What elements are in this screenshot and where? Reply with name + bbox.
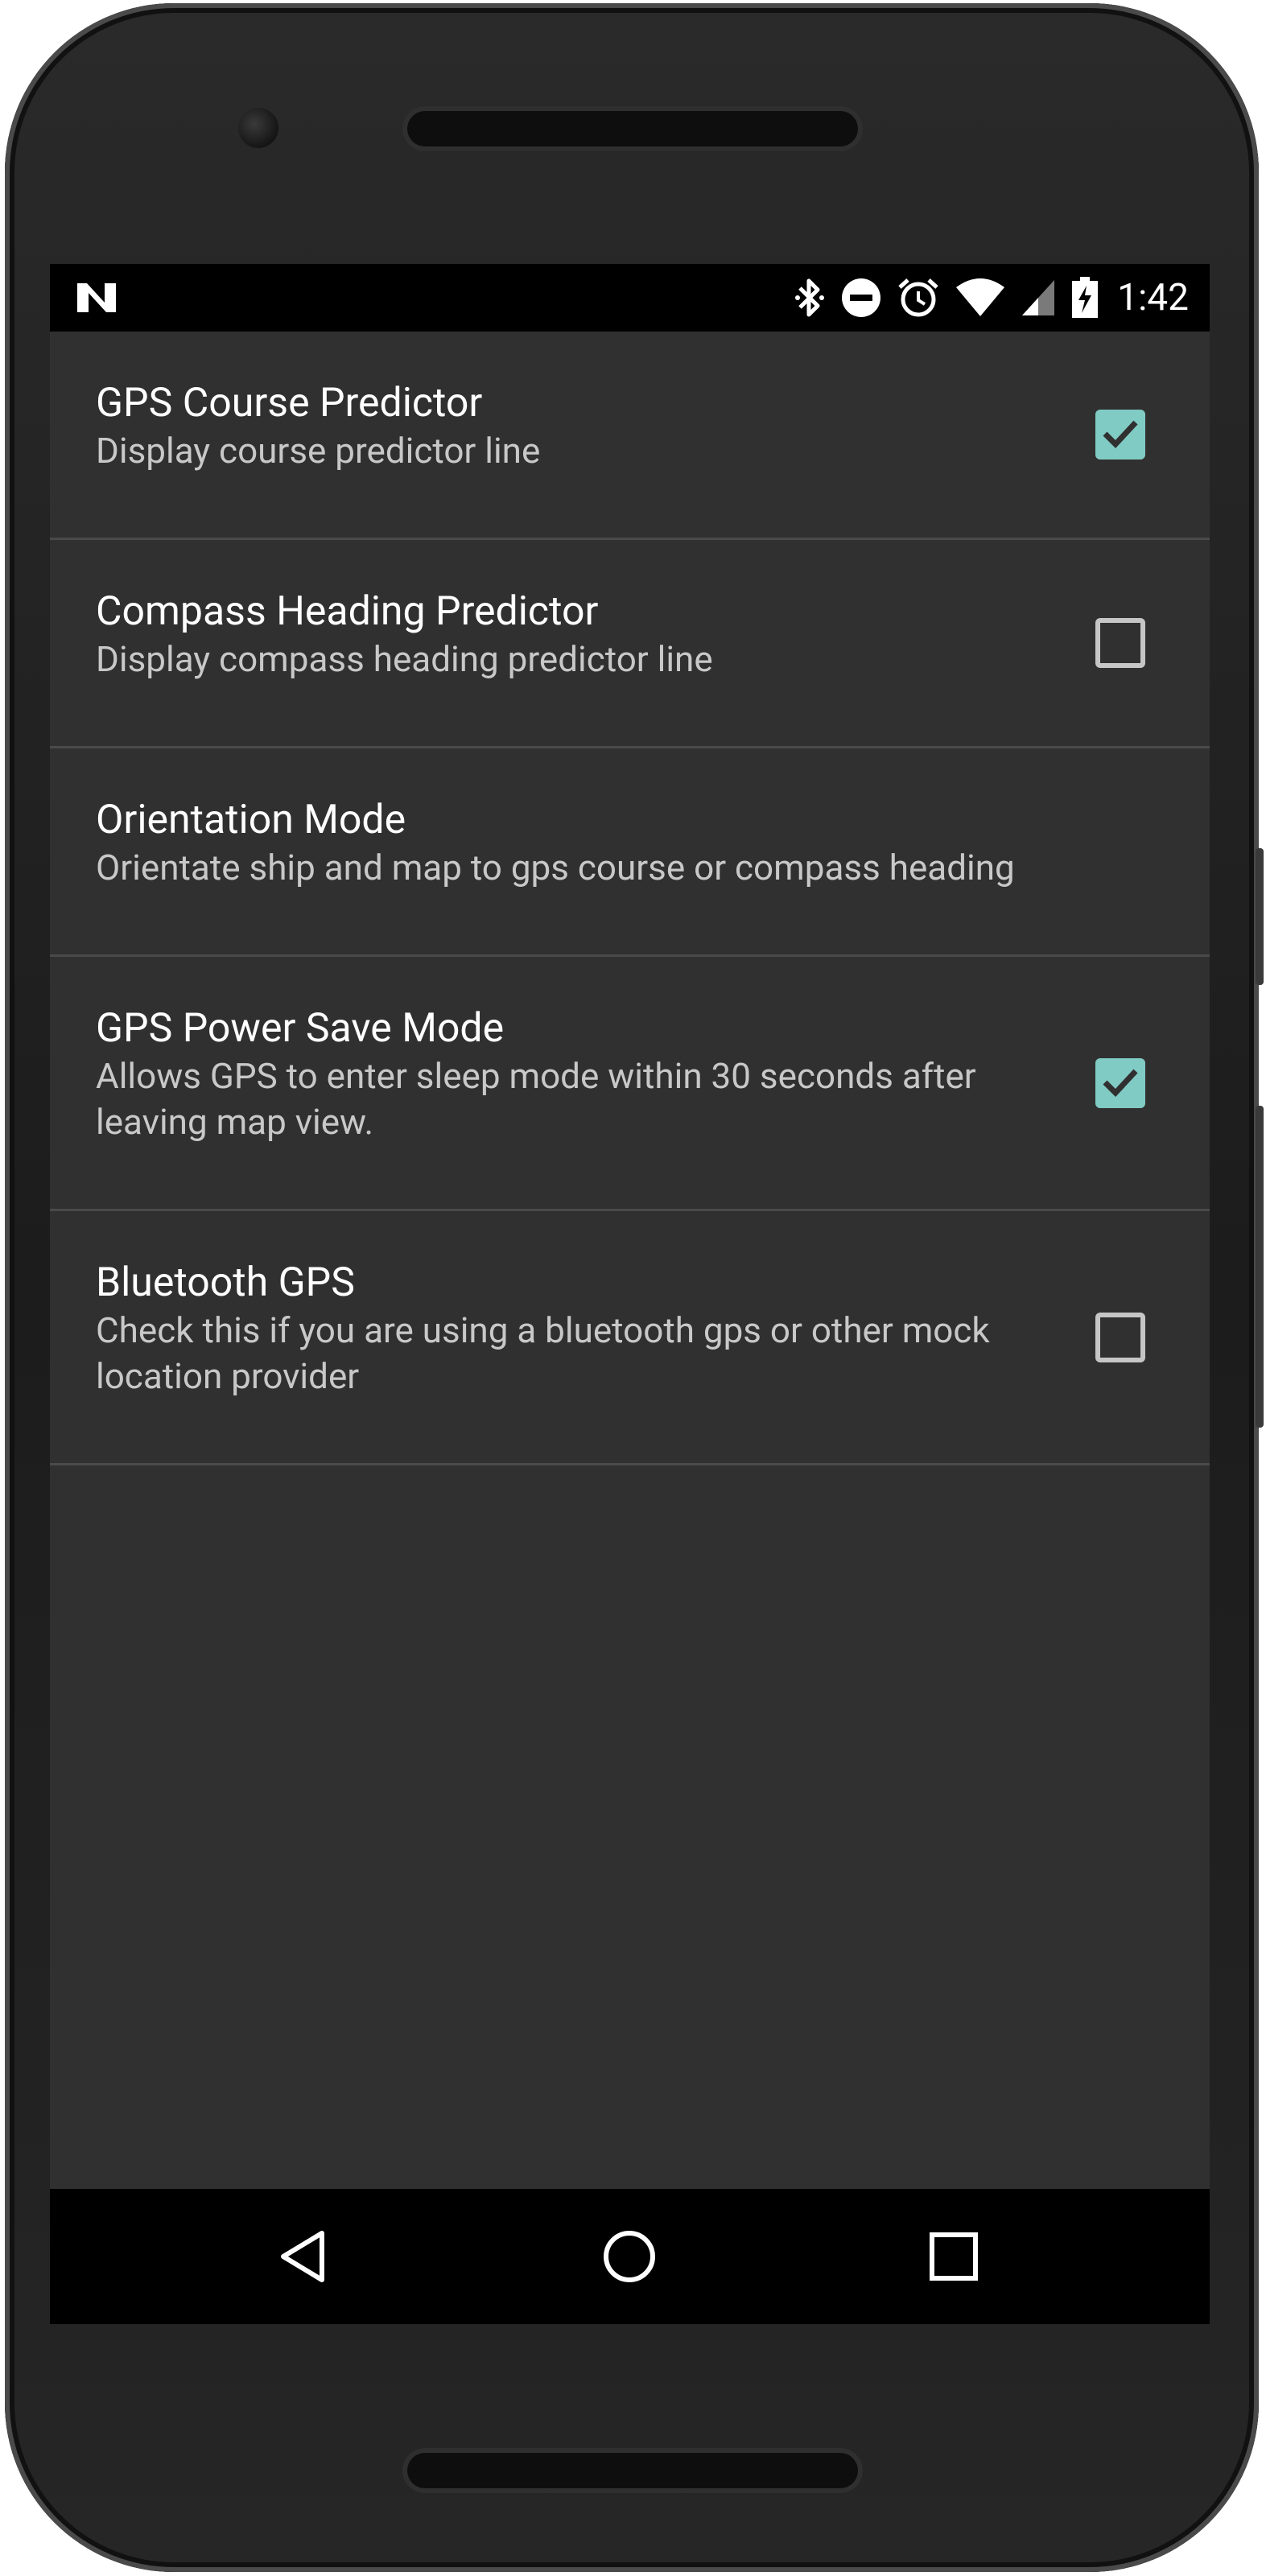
bottom-speaker (407, 2453, 858, 2488)
pref-title: Compass Heading Predictor (96, 588, 599, 635)
pref-summary: Display course predictor line (96, 430, 541, 472)
back-icon (281, 2231, 324, 2282)
power-button (1256, 1106, 1264, 1428)
n-logo-icon (76, 282, 118, 317)
recents-button[interactable] (889, 2189, 1018, 2324)
do-not-disturb-icon (840, 277, 882, 319)
pref-bluetooth-gps[interactable]: Bluetooth GPS Check this if you are usin… (50, 1211, 1210, 1465)
back-button[interactable] (238, 2189, 367, 2324)
recents-icon (930, 2232, 978, 2281)
pref-title: Orientation Mode (96, 797, 406, 843)
wifi-icon (955, 278, 1006, 318)
navigation-bar (50, 2189, 1210, 2324)
checkbox-gps-course-predictor[interactable] (1095, 410, 1145, 460)
status-icons: 1:42 (794, 264, 1189, 332)
pref-title: GPS Power Save Mode (96, 1005, 505, 1052)
pref-summary: Check this if you are using a bluetooth … (96, 1309, 990, 1397)
pref-compass-heading-predictor[interactable]: Compass Heading Predictor Display compas… (50, 540, 1210, 748)
pref-summary: Display compass heading predictor line (96, 638, 713, 680)
cellular-signal-icon (1021, 278, 1056, 317)
checkbox-gps-power-save-mode[interactable] (1095, 1057, 1145, 1108)
bluetooth-icon (794, 277, 826, 319)
check-icon (1103, 420, 1138, 449)
pref-gps-course-predictor[interactable]: GPS Course Predictor Display course pred… (50, 332, 1210, 540)
checkbox-compass-heading-predictor[interactable] (1095, 618, 1145, 668)
clock: 1:42 (1117, 276, 1189, 319)
pref-summary: Orientate ship and map to gps course or … (96, 847, 1015, 888)
check-icon (1103, 1069, 1138, 1097)
preferences-list: GPS Course Predictor Display course pred… (50, 332, 1210, 1465)
volume-button (1256, 848, 1264, 985)
pref-orientation-mode[interactable]: Orientation Mode Orientate ship and map … (50, 748, 1210, 957)
battery-charging-icon (1070, 276, 1099, 319)
home-icon (604, 2231, 655, 2282)
pref-title: GPS Course Predictor (96, 380, 483, 427)
status-bar: 1:42 (50, 264, 1210, 332)
screen: 1:42 GPS Course Predictor Display course… (50, 264, 1210, 2324)
checkbox-bluetooth-gps[interactable] (1095, 1312, 1145, 1362)
front-camera (238, 108, 278, 148)
top-speaker (407, 111, 858, 146)
pref-gps-power-save-mode[interactable]: GPS Power Save Mode Allows GPS to enter … (50, 957, 1210, 1211)
pref-summary: Allows GPS to enter sleep mode within 30… (96, 1055, 976, 1143)
alarm-icon (897, 276, 940, 319)
pref-title: Bluetooth GPS (96, 1259, 355, 1306)
home-button[interactable] (565, 2189, 694, 2324)
